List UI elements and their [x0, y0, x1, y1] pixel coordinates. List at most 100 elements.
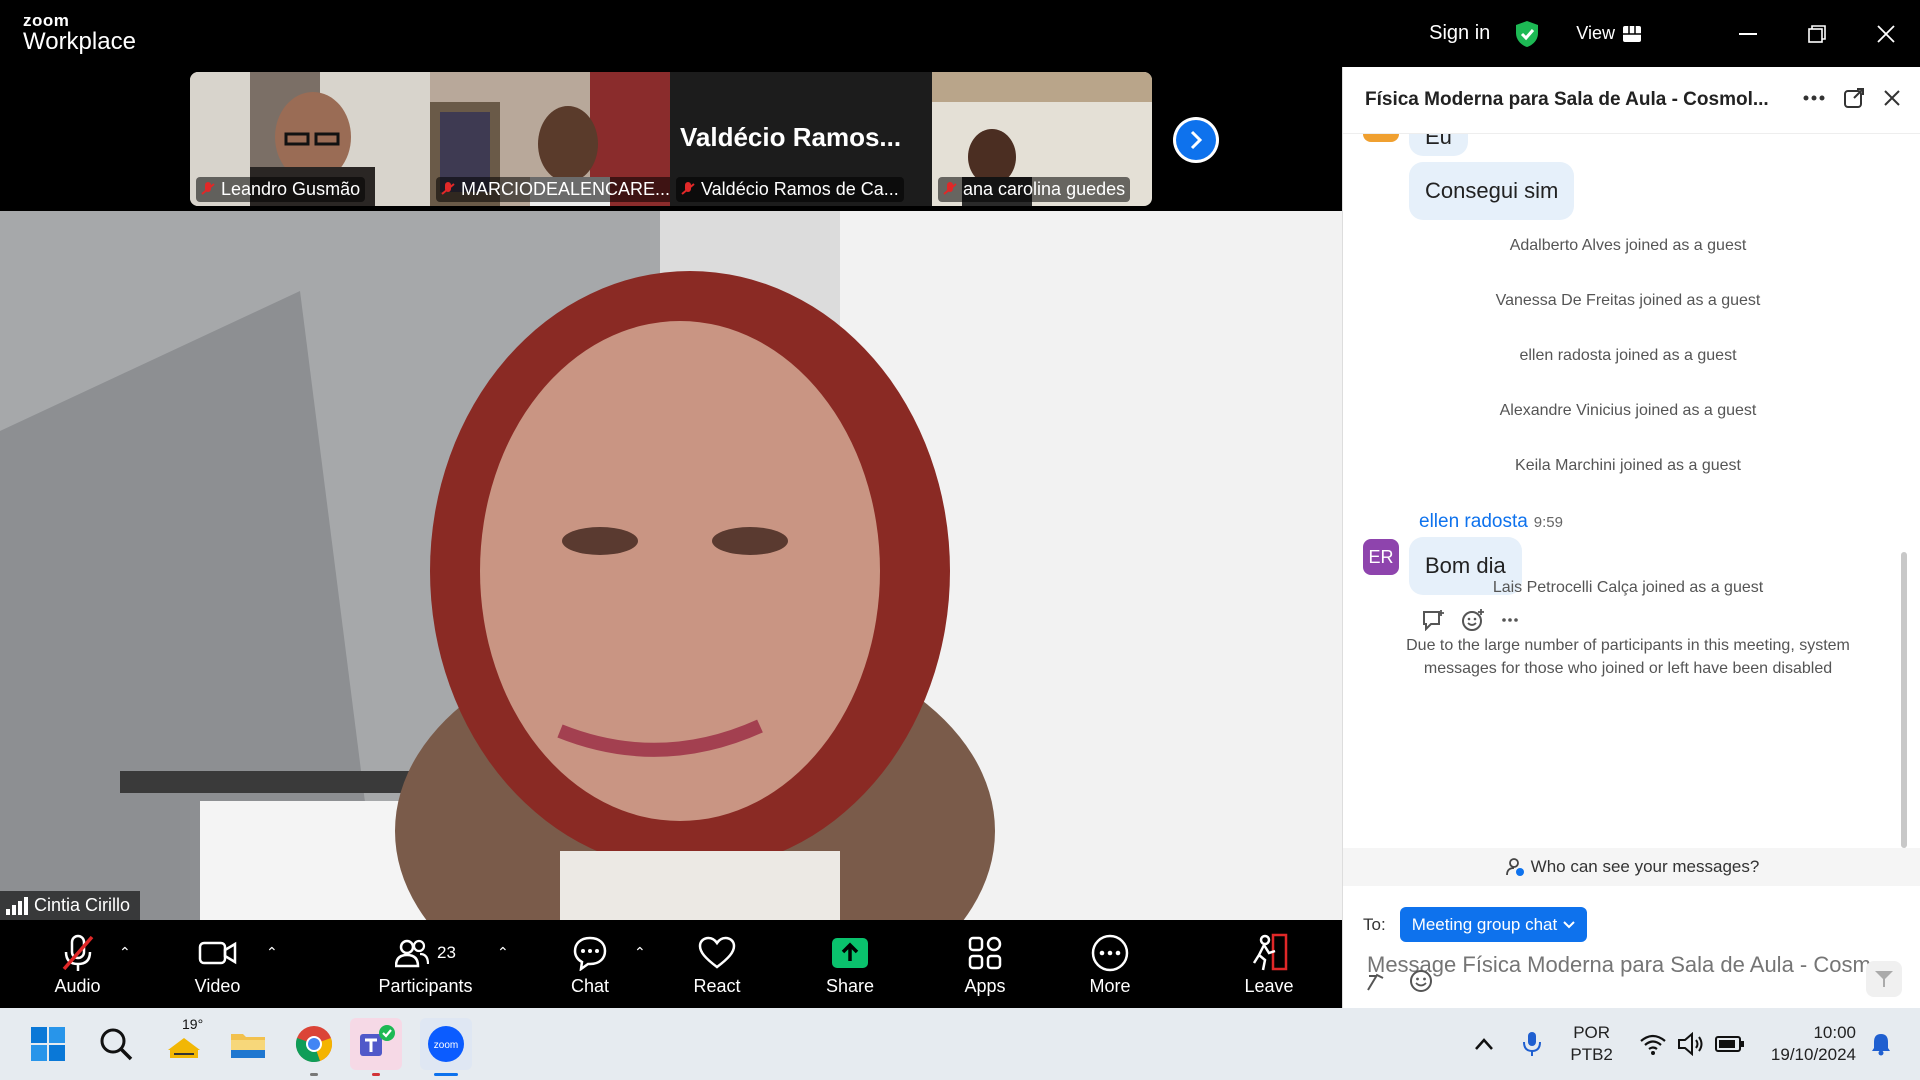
brand-small: zoom — [23, 11, 70, 30]
notification-bell-icon[interactable] — [1870, 1032, 1892, 1056]
folder-icon — [231, 1034, 265, 1058]
participant-name: MARCIODEALENCARE... — [461, 179, 670, 199]
emoji-icon[interactable] — [1409, 969, 1433, 993]
recipient-select[interactable]: Meeting group chat — [1399, 907, 1588, 942]
teams-button[interactable] — [350, 1018, 402, 1076]
chat-bubble-text: Bom dia — [1425, 553, 1506, 578]
chat-icon — [573, 936, 607, 971]
participant-thumbnail[interactable]: Valdécio Ramos... Valdécio Ramos de Ca..… — [670, 72, 932, 206]
leave-label: Leave — [1244, 975, 1294, 996]
chat-options-caret[interactable]: ⌃ — [634, 944, 646, 961]
encryption-shield-icon[interactable] — [1514, 20, 1540, 48]
chat-bubble-text: Consegui sim — [1425, 178, 1559, 203]
reply-icon[interactable] — [1421, 609, 1445, 631]
participant-thumbnail[interactable]: ana carolina guedes — [932, 72, 1152, 206]
audio-options-caret[interactable]: ⌃ — [119, 944, 131, 961]
minimize-button[interactable] — [1713, 0, 1782, 67]
microphone-tray-icon[interactable] — [1522, 1030, 1542, 1058]
wifi-icon[interactable] — [1639, 1033, 1667, 1055]
zoom-taskbar-button[interactable]: zoom — [420, 1018, 472, 1076]
chevron-down-icon — [1563, 920, 1575, 928]
leave-button[interactable]: Leave — [1234, 920, 1304, 1008]
share-button[interactable]: Share — [815, 920, 885, 1008]
weather-temp: 19° — [182, 1016, 204, 1032]
leave-icon — [1252, 933, 1288, 970]
react-button[interactable]: React — [682, 920, 752, 1008]
participant-name: ana carolina guedes — [963, 179, 1126, 199]
apps-icon — [968, 936, 1002, 969]
message-input[interactable] — [1367, 952, 1897, 978]
video-options-caret[interactable]: ⌃ — [266, 944, 278, 961]
clock-date: 19/10/2024 — [1770, 1045, 1856, 1064]
send-icon — [1875, 971, 1893, 987]
format-text-icon[interactable] — [1365, 970, 1387, 992]
chat-panel: Física Moderna para Sala de Aula - Cosmo… — [1342, 67, 1920, 1008]
mic-muted-icon — [943, 181, 957, 195]
chat-button[interactable]: Chat — [555, 920, 625, 1008]
meeting-toolbar: Audio ⌃ Video ⌃ 23 Participants ⌃ Chat ⌃ — [0, 920, 1342, 1008]
add-reaction-icon[interactable] — [1461, 608, 1485, 632]
taskbar-search-button[interactable] — [90, 1018, 142, 1070]
participants-options-caret[interactable]: ⌃ — [497, 944, 509, 961]
more-icon — [1091, 934, 1129, 971]
pop-out-icon[interactable] — [1843, 87, 1865, 109]
chat-messages[interactable]: Eu Consegui sim Adalberto Alves joined a… — [1343, 134, 1913, 848]
speaker-video-frame — [0, 211, 1342, 920]
chevron-up-icon[interactable] — [1474, 1037, 1494, 1051]
more-button[interactable]: More — [1075, 920, 1145, 1008]
thumbnail-strip: Leandro Gusmão MARCIODEALENCARE... Valdé… — [0, 67, 1342, 211]
who-can-see-text: Who can see your messages? — [1530, 857, 1760, 876]
system-message: Adalberto Alves joined as a guest — [1509, 237, 1747, 254]
weather-widget[interactable]: 19° — [158, 1016, 210, 1070]
video-camera-icon — [198, 941, 236, 964]
send-button[interactable] — [1866, 961, 1902, 997]
video-button[interactable]: Video — [185, 920, 250, 1008]
audio-button[interactable]: Audio — [45, 920, 110, 1008]
brand-large: Workplace — [23, 28, 136, 55]
audio-label: Audio — [54, 975, 101, 996]
view-button[interactable]: View — [1576, 23, 1641, 44]
participants-label: Participants — [378, 975, 473, 996]
volume-icon[interactable] — [1677, 1032, 1705, 1056]
start-button[interactable] — [22, 1018, 74, 1070]
sign-in-link[interactable]: Sign in — [1429, 22, 1490, 45]
search-icon — [100, 1028, 133, 1061]
mic-muted-icon — [441, 181, 455, 195]
participant-thumbnail[interactable]: Leandro Gusmão — [190, 72, 430, 206]
participant-thumbnail[interactable]: MARCIODEALENCARE... — [430, 72, 670, 206]
system-message: Alexandre Vinicius joined as a guest — [1499, 402, 1757, 419]
svg-text:zoom: zoom — [434, 1040, 458, 1051]
share-screen-icon — [832, 937, 868, 968]
more-options-icon[interactable] — [1803, 95, 1825, 101]
close-window-button[interactable] — [1851, 0, 1920, 67]
restore-button[interactable] — [1782, 0, 1851, 67]
apps-button[interactable]: Apps — [950, 920, 1020, 1008]
heart-icon — [698, 936, 736, 969]
mic-muted-icon — [62, 934, 93, 971]
mic-muted-icon — [201, 181, 215, 195]
person-privacy-icon — [1505, 858, 1524, 876]
battery-icon[interactable] — [1714, 1035, 1745, 1053]
next-page-button[interactable] — [1173, 117, 1219, 163]
system-clock[interactable]: 10:00 19/10/2024 — [1771, 1022, 1856, 1066]
zoom-logo: zoom Workplace — [23, 12, 136, 54]
message-more-icon[interactable] — [1501, 617, 1519, 623]
chat-scrollbar[interactable] — [1901, 552, 1907, 848]
avatar[interactable]: ER — [1363, 539, 1399, 575]
chat-bubble[interactable]: Eu — [1409, 134, 1468, 156]
chat-bubble[interactable]: Consegui sim — [1409, 162, 1575, 220]
message-sender[interactable]: ellen radosta 9:59 — [1419, 511, 1563, 533]
file-explorer-button[interactable] — [222, 1018, 274, 1070]
chat-label: Chat — [570, 975, 610, 996]
language-indicator[interactable]: POR PTB2 — [1570, 1022, 1613, 1066]
sender-name: ellen radosta — [1419, 511, 1528, 532]
mic-muted-icon — [681, 181, 695, 195]
system-message: Vanessa De Freitas joined as a guest — [1495, 292, 1761, 309]
who-can-see-link[interactable]: Who can see your messages? — [1343, 848, 1920, 886]
active-speaker-video: Cintia Cirillo — [0, 211, 1342, 920]
title-bar: zoom Workplace Sign in View — [0, 0, 1920, 67]
participants-button[interactable]: 23 Participants — [368, 920, 483, 1008]
system-message: ellen radosta joined as a guest — [1519, 347, 1737, 364]
close-icon[interactable] — [1883, 89, 1901, 107]
chrome-button[interactable] — [288, 1018, 340, 1076]
